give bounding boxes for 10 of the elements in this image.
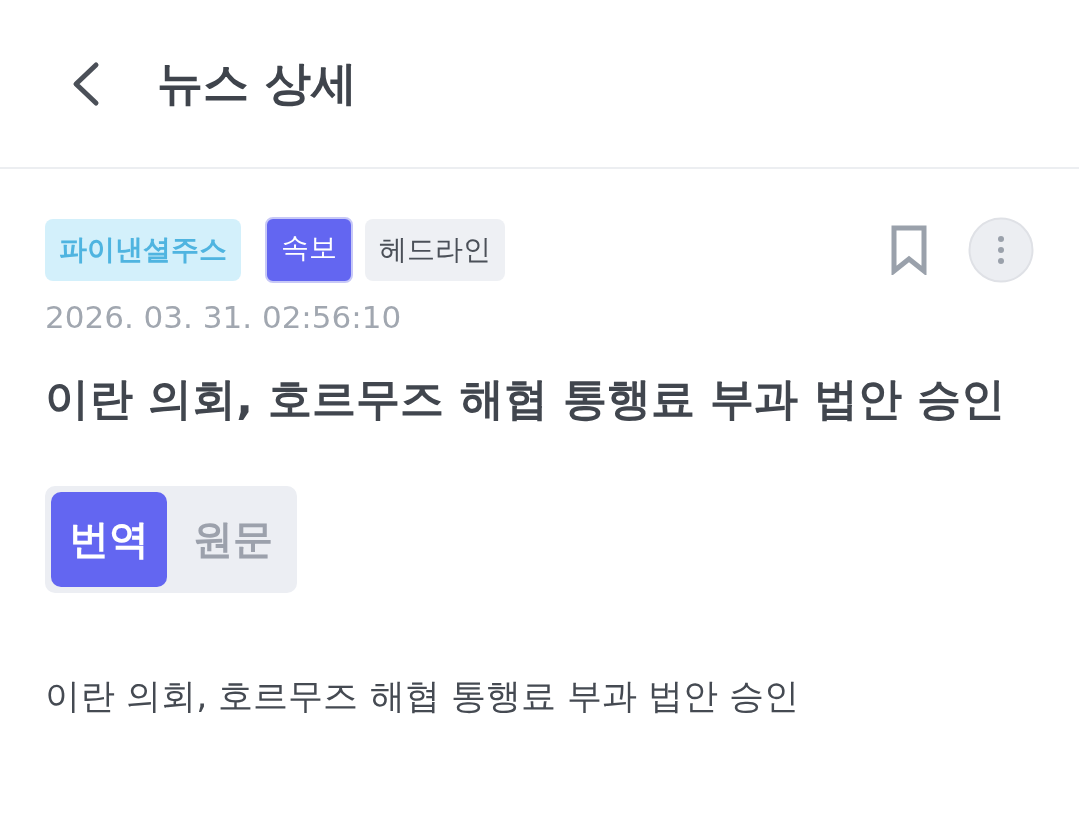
tag: 헤드라인 [365, 219, 505, 281]
language-tab[interactable]: 번역 [51, 492, 167, 587]
tag: 속보 [265, 217, 353, 283]
more-icon[interactable] [968, 217, 1034, 283]
tag: 파이낸셜주스 [45, 219, 241, 281]
page-title: 뉴스 상세 [157, 54, 357, 112]
headline: 이란 의회, 호르무즈 해협 통행료 부과 법안 승인 [45, 372, 1005, 426]
bookmark-icon[interactable] [890, 225, 928, 275]
body-text: 이란 의회, 호르무즈 해협 통행료 부과 법안 승인 [45, 675, 800, 718]
date: 2026. 03. 31. 02:56:10 [45, 299, 403, 335]
